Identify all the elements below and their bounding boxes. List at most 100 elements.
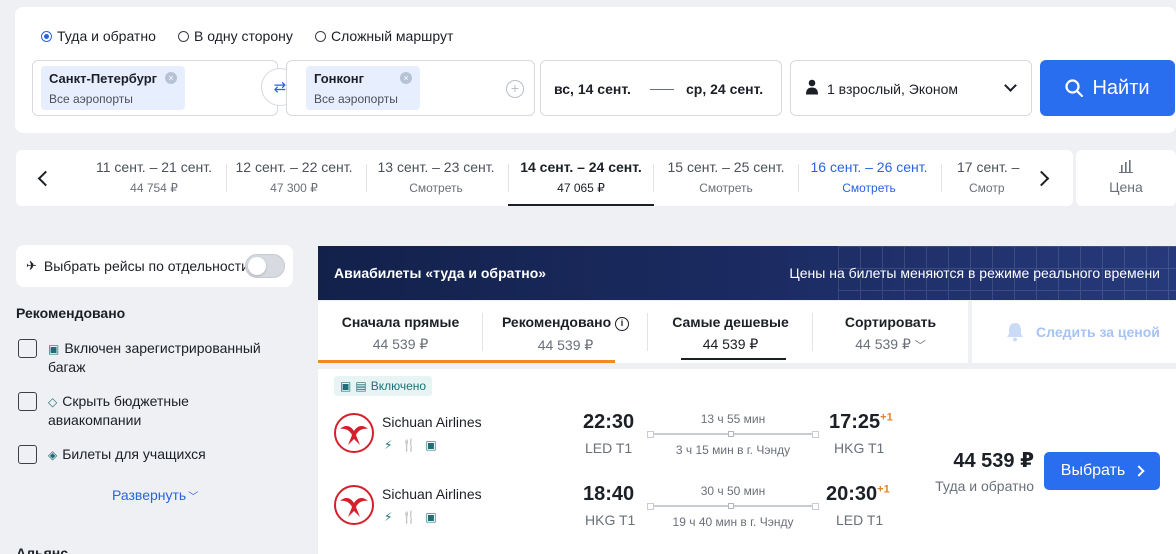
destination-field[interactable]: Гонконг Все аэропорты × + xyxy=(286,60,535,116)
passengers-field[interactable]: 1 взрослый, Эконом xyxy=(790,60,1032,116)
date-option-price: Смотр xyxy=(969,181,1005,195)
date-option-price: 44 754 ₽ xyxy=(130,181,178,195)
included-label: Включено xyxy=(370,379,427,393)
radio-multicity[interactable] xyxy=(315,30,326,42)
separate-flights-toggle[interactable] xyxy=(245,254,285,278)
chevron-down-icon xyxy=(1004,79,1017,92)
route-line xyxy=(647,431,819,438)
recommended-title: Рекомендовано xyxy=(16,305,126,321)
trip-type-oneway[interactable]: В одну сторону xyxy=(178,28,293,44)
carousel-prev-button[interactable] xyxy=(31,164,55,192)
origin-chip[interactable]: Санкт-Петербург Все аэропорты × xyxy=(41,66,185,110)
date-option-price: Смотреть xyxy=(842,181,896,195)
origin-airports: Все аэропорты xyxy=(49,92,133,106)
search-icon xyxy=(1065,79,1084,97)
carousel-next-button[interactable] xyxy=(1032,164,1056,192)
separate-flights-label: Выбрать рейсы по отдельности xyxy=(43,258,249,274)
sort-tab-recommended[interactable]: Рекомендовано i 44 539 ₽ xyxy=(483,301,648,363)
clear-origin-icon[interactable]: × xyxy=(165,72,177,84)
sort-bar: Сначала прямые 44 539 ₽ Рекомендовано i … xyxy=(318,301,968,363)
date-to: ср, 24 сент. xyxy=(686,81,764,97)
dates-field[interactable]: вс, 14 сент. ср, 24 сент. xyxy=(540,60,782,116)
next-day-badge: +1 xyxy=(877,483,890,496)
choose-ticket-button[interactable]: Выбрать xyxy=(1044,452,1160,490)
tag-icon: ◇ xyxy=(48,395,58,409)
passengers-value: 1 взрослый, Эконом xyxy=(827,81,959,97)
date-option-price: Смотреть xyxy=(409,181,463,195)
checkbox-budget-airlines[interactable] xyxy=(18,392,37,411)
ticket-card[interactable]: ▣ ▤ Включено Sichuan Airlines ⚡ 🍴 ▣ 22:30… xyxy=(318,369,1176,554)
arrival-time: 17:25+1 xyxy=(829,411,893,434)
clear-destination-icon[interactable]: × xyxy=(400,72,412,84)
radio-oneway[interactable] xyxy=(178,30,189,42)
date-option[interactable]: 17 сент. – Смотр xyxy=(941,150,1025,206)
date-option-dates: 13 сент. – 23 сент. xyxy=(377,159,495,175)
departure-airport: HKG T1 xyxy=(585,512,636,528)
bar-chart-icon xyxy=(1119,160,1133,173)
swap-icon: ⇄ xyxy=(273,79,287,96)
chevron-right-icon xyxy=(1033,170,1050,186)
date-option[interactable]: 12 сент. – 22 сент. 47 300 ₽ xyxy=(221,150,367,206)
airline-name: Sichuan Airlines xyxy=(382,414,482,430)
results-banner: Авиабилеты «туда и обратно» Цены на биле… xyxy=(318,246,1176,300)
sort-tab-sort-by[interactable]: Сортировать 44 539 ₽ ﹀ xyxy=(813,301,968,363)
flight-leg-return: Sichuan Airlines ⚡ 🍴 ▣ 18:40 HKG T1 30 ч… xyxy=(318,479,918,539)
banner-title: Авиабилеты «туда и обратно» xyxy=(334,265,547,281)
graduation-cap-icon: ◈ xyxy=(48,448,58,462)
sort-tab-price: 44 539 ₽ xyxy=(702,336,759,352)
sort-tab-price: 44 539 ₽ ﹀ xyxy=(813,336,968,353)
filter-budget-airlines[interactable]: ◇ Скрыть бюджетные авиакомпании xyxy=(18,392,268,429)
date-from: вс, 14 сент. xyxy=(554,81,631,97)
expand-filters-label: Развернуть xyxy=(112,487,187,503)
find-button[interactable]: Найти xyxy=(1040,60,1175,116)
date-option-selected[interactable]: 14 сент. – 24 сент. 47 065 ₽ xyxy=(508,150,654,206)
filter-budget-airlines-label: Скрыть бюджетные авиакомпании xyxy=(48,393,189,428)
info-icon[interactable]: i xyxy=(615,317,630,331)
date-option[interactable]: 11 сент. – 21 сент. 44 754 ₽ xyxy=(81,150,227,206)
watch-price-button[interactable]: Следить за ценой xyxy=(972,301,1176,363)
date-option-dates: 12 сент. – 22 сент. xyxy=(235,159,353,175)
trip-type-multicity-label: Сложный маршрут xyxy=(331,28,454,44)
choose-ticket-label: Выбрать xyxy=(1060,462,1126,479)
sort-tab-direct-first[interactable]: Сначала прямые 44 539 ₽ xyxy=(318,301,483,363)
find-button-label: Найти xyxy=(1092,76,1150,99)
banner-note: Цены на билеты меняются в режиме реально… xyxy=(789,265,1160,281)
entertainment-icon: ▣ xyxy=(425,510,437,524)
trip-type-roundtrip[interactable]: Туда и обратно xyxy=(41,28,156,44)
layover-marker xyxy=(728,431,734,437)
date-option[interactable]: 13 сент. – 23 сент. Смотреть xyxy=(363,150,509,206)
separate-flights-toggle-row[interactable]: ✈ Выбрать рейсы по отдельности xyxy=(16,245,293,287)
trip-type-multicity[interactable]: Сложный маршрут xyxy=(315,28,453,44)
date-option[interactable]: 16 сент. – 26 сент. Смотреть xyxy=(796,150,942,206)
sort-tab-cheapest[interactable]: Самые дешевые 44 539 ₽ xyxy=(648,301,813,363)
meal-icon: 🍴 xyxy=(401,510,417,524)
filter-baggage[interactable]: ▣ Включен зарегистрированный багаж xyxy=(18,339,268,376)
checkbox-students[interactable] xyxy=(18,445,37,464)
price-chart-button[interactable]: Цена xyxy=(1076,150,1176,206)
radio-roundtrip[interactable] xyxy=(41,30,52,42)
sort-tab-name: Самые дешевые xyxy=(672,314,789,330)
origin-field[interactable]: Санкт-Петербург Все аэропорты × xyxy=(32,60,278,116)
flight-duration: 13 ч 55 мин xyxy=(700,412,766,426)
ticket-price: 44 539 ₽ xyxy=(953,450,1034,472)
date-option[interactable]: 15 сент. – 25 сент. Смотреть xyxy=(653,150,799,206)
layover-info: 3 ч 15 мин в г. Чэнду xyxy=(675,443,791,457)
expand-filters-link[interactable]: Развернуть ﹀ xyxy=(112,487,198,503)
cheapest-underline xyxy=(681,358,786,360)
amenities: ⚡ 🍴 ▣ xyxy=(384,510,437,524)
chevron-left-icon xyxy=(37,170,54,186)
chevron-down-icon: ﹀ xyxy=(188,492,199,503)
checkbox-baggage[interactable] xyxy=(18,339,37,358)
price-chart-label: Цена xyxy=(1109,179,1143,195)
chevron-right-icon xyxy=(1133,465,1145,477)
sort-tab-name: Сначала прямые xyxy=(341,314,460,330)
date-option-dates: 11 сент. – 21 сент. xyxy=(96,159,212,175)
sort-tab-price-text: 44 539 ₽ xyxy=(855,336,911,352)
departure-airport: LED T1 xyxy=(585,440,633,456)
sort-tab-price: 44 539 ₽ xyxy=(537,337,594,353)
add-destination-icon[interactable]: + xyxy=(506,80,524,98)
layover-marker xyxy=(728,503,734,509)
filter-students[interactable]: ◈ Билеты для учащихся xyxy=(18,445,268,464)
bell-icon xyxy=(1007,323,1023,342)
destination-chip[interactable]: Гонконг Все аэропорты × xyxy=(306,66,420,110)
